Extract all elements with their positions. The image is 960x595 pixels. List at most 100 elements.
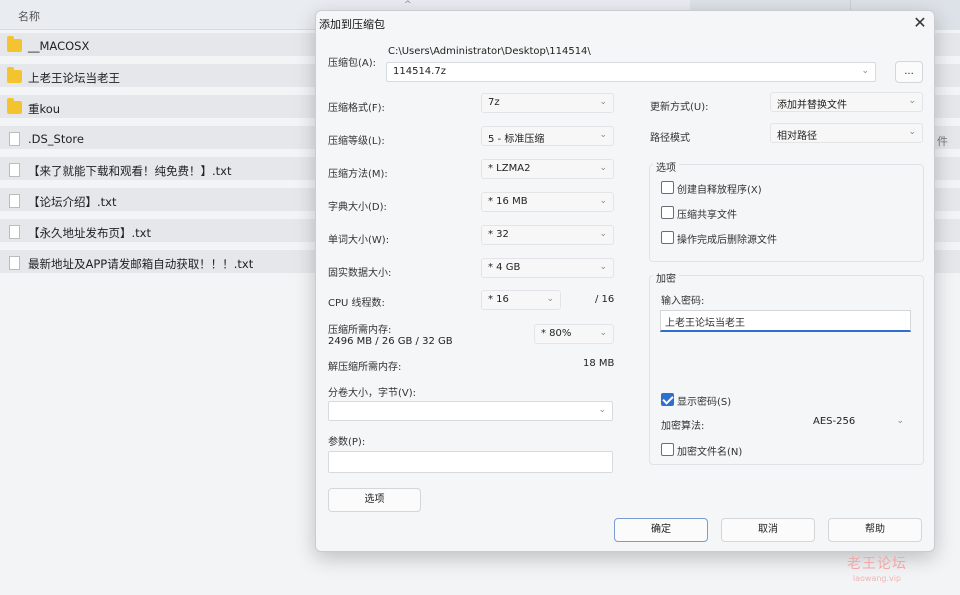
close-icon[interactable]: ✕ bbox=[910, 13, 930, 33]
chevron-down-icon: ⌄ bbox=[908, 127, 916, 137]
dict-select[interactable]: * 16 MB ⌄ bbox=[481, 192, 614, 212]
path-label: 路径模式 bbox=[650, 133, 690, 144]
file-icon bbox=[9, 225, 20, 239]
enc-method-select[interactable]: AES-256 ⌄ bbox=[806, 412, 911, 432]
archive-path: C:\Users\Administrator\Desktop\114514\ bbox=[388, 46, 591, 57]
archive-name-combo[interactable]: 114514.7z ⌄ bbox=[386, 62, 876, 82]
word-label: 单词大小(W): bbox=[328, 235, 390, 246]
file-icon bbox=[9, 194, 20, 208]
solid-value: * 4 GB bbox=[488, 262, 521, 273]
password-value: 上老王论坛当老王 bbox=[665, 318, 745, 329]
file-icon bbox=[9, 132, 20, 146]
encrypt-names-label: 加密文件名(N) bbox=[677, 447, 743, 458]
enc-method-value: AES-256 bbox=[813, 416, 856, 427]
method-label: 压缩方法(M): bbox=[328, 169, 388, 180]
shared-checkbox[interactable] bbox=[661, 206, 674, 219]
sfx-label: 创建自释放程序(X) bbox=[677, 185, 762, 196]
archive-label: 压缩包(A): bbox=[328, 58, 377, 69]
chevron-down-icon: ⌄ bbox=[599, 262, 607, 272]
truncated-column-text: 件 bbox=[937, 135, 948, 148]
path-value: 相对路径 bbox=[777, 131, 817, 142]
cpu-value: * 16 bbox=[488, 294, 509, 305]
file-name: 【论坛介绍】.txt bbox=[28, 195, 117, 209]
update-select[interactable]: 添加并替换文件 ⌄ bbox=[770, 92, 923, 112]
method-value: * LZMA2 bbox=[488, 163, 531, 174]
archive-name-value: 114514.7z bbox=[393, 66, 446, 77]
cpu-total: / 16 bbox=[595, 294, 615, 305]
mem-percent-value: * 80% bbox=[541, 328, 572, 339]
solid-label: 固实数据大小: bbox=[328, 268, 392, 279]
file-name: 重kou bbox=[28, 102, 61, 116]
file-name: 上老王论坛当老王 bbox=[28, 71, 120, 85]
path-select[interactable]: 相对路径 ⌄ bbox=[770, 123, 923, 143]
word-value: * 32 bbox=[488, 229, 509, 240]
decomp-label: 解压缩所需内存: bbox=[328, 362, 402, 373]
split-size-combo[interactable]: ⌄ bbox=[328, 401, 613, 421]
file-name: 最新地址及APP请发邮箱自动获取！！！.txt bbox=[28, 257, 254, 271]
format-label: 压缩格式(F): bbox=[328, 103, 385, 114]
delete-after-label: 操作完成后删除源文件 bbox=[677, 235, 777, 246]
dialog-title: 添加到压缩包 bbox=[319, 18, 385, 31]
update-value: 添加并替换文件 bbox=[777, 100, 847, 111]
file-name: 【来了就能下载和观看！纯免费！】.txt bbox=[28, 164, 232, 178]
show-password-label: 显示密码(S) bbox=[677, 397, 732, 408]
encrypt-names-checkbox[interactable] bbox=[661, 443, 674, 456]
file-name: 【永久地址发布页】.txt bbox=[28, 226, 151, 240]
chevron-down-icon: ⌄ bbox=[599, 328, 607, 338]
options-button[interactable]: 选项 bbox=[328, 488, 421, 512]
params-label: 参数(P): bbox=[328, 437, 366, 448]
folder-icon bbox=[7, 98, 22, 114]
delete-after-checkbox[interactable] bbox=[661, 231, 674, 244]
enc-method-label: 加密算法: bbox=[661, 421, 705, 432]
decomp-value: 18 MB bbox=[583, 358, 615, 369]
mem-percent-select[interactable]: * 80% ⌄ bbox=[534, 324, 614, 344]
chevron-down-icon: ⌄ bbox=[908, 96, 916, 106]
format-select[interactable]: 7z ⌄ bbox=[481, 93, 614, 113]
file-name: .DS_Store bbox=[28, 132, 84, 146]
chevron-down-icon[interactable]: ⌄ bbox=[861, 66, 869, 76]
split-label: 分卷大小，字节(V): bbox=[328, 388, 417, 399]
chevron-down-icon: ⌄ bbox=[598, 405, 606, 415]
encryption-group-title: 加密 bbox=[653, 270, 679, 285]
dict-label: 字典大小(D): bbox=[328, 202, 387, 213]
password-input[interactable]: 上老王论坛当老王 bbox=[660, 310, 911, 332]
watermark-url: laowang.vip bbox=[852, 574, 902, 583]
file-icon bbox=[9, 256, 20, 270]
cpu-select[interactable]: * 16 ⌄ bbox=[481, 290, 561, 310]
browse-button[interactable]: ... bbox=[895, 61, 923, 83]
folder-icon bbox=[7, 67, 22, 83]
chevron-down-icon: ⌄ bbox=[599, 163, 607, 173]
word-select[interactable]: * 32 ⌄ bbox=[481, 225, 614, 245]
watermark-title: 老王论坛 bbox=[847, 556, 907, 572]
level-label: 压缩等级(L): bbox=[328, 136, 385, 147]
chevron-down-icon: ⌄ bbox=[599, 97, 607, 107]
folder-icon bbox=[7, 36, 22, 52]
dict-value: * 16 MB bbox=[488, 196, 528, 207]
mem-value: 2496 MB / 26 GB / 32 GB bbox=[328, 336, 453, 347]
chevron-down-icon: ⌄ bbox=[546, 294, 554, 304]
sort-arrow-icon: ^ bbox=[404, 0, 412, 10]
chevron-down-icon: ⌄ bbox=[599, 196, 607, 206]
mem-label: 压缩所需内存: bbox=[328, 325, 392, 336]
update-label: 更新方式(U): bbox=[650, 102, 709, 113]
shared-label: 压缩共享文件 bbox=[677, 210, 737, 221]
chevron-down-icon: ⌄ bbox=[599, 130, 607, 140]
show-password-checkbox[interactable] bbox=[661, 393, 674, 406]
level-select[interactable]: 5 - 标准压缩 ⌄ bbox=[481, 126, 614, 146]
params-input[interactable] bbox=[328, 451, 613, 473]
help-button[interactable]: 帮助 bbox=[828, 518, 922, 542]
method-select[interactable]: * LZMA2 ⌄ bbox=[481, 159, 614, 179]
column-name-header[interactable]: 名称 bbox=[18, 8, 40, 24]
level-value: 5 - 标准压缩 bbox=[488, 134, 545, 145]
sfx-checkbox[interactable] bbox=[661, 181, 674, 194]
watermark: 老王论坛 laowang.vip bbox=[847, 553, 907, 583]
ok-button[interactable]: 确定 bbox=[614, 518, 708, 542]
file-icon bbox=[9, 163, 20, 177]
cpu-label: CPU 线程数: bbox=[328, 298, 385, 309]
solid-select[interactable]: * 4 GB ⌄ bbox=[481, 258, 614, 278]
format-value: 7z bbox=[488, 97, 500, 108]
chevron-down-icon: ⌄ bbox=[599, 229, 607, 239]
cancel-button[interactable]: 取消 bbox=[721, 518, 815, 542]
chevron-down-icon: ⌄ bbox=[896, 416, 904, 426]
add-to-archive-dialog: 添加到压缩包 ✕ 压缩包(A): C:\Users\Administrator\… bbox=[315, 10, 935, 552]
